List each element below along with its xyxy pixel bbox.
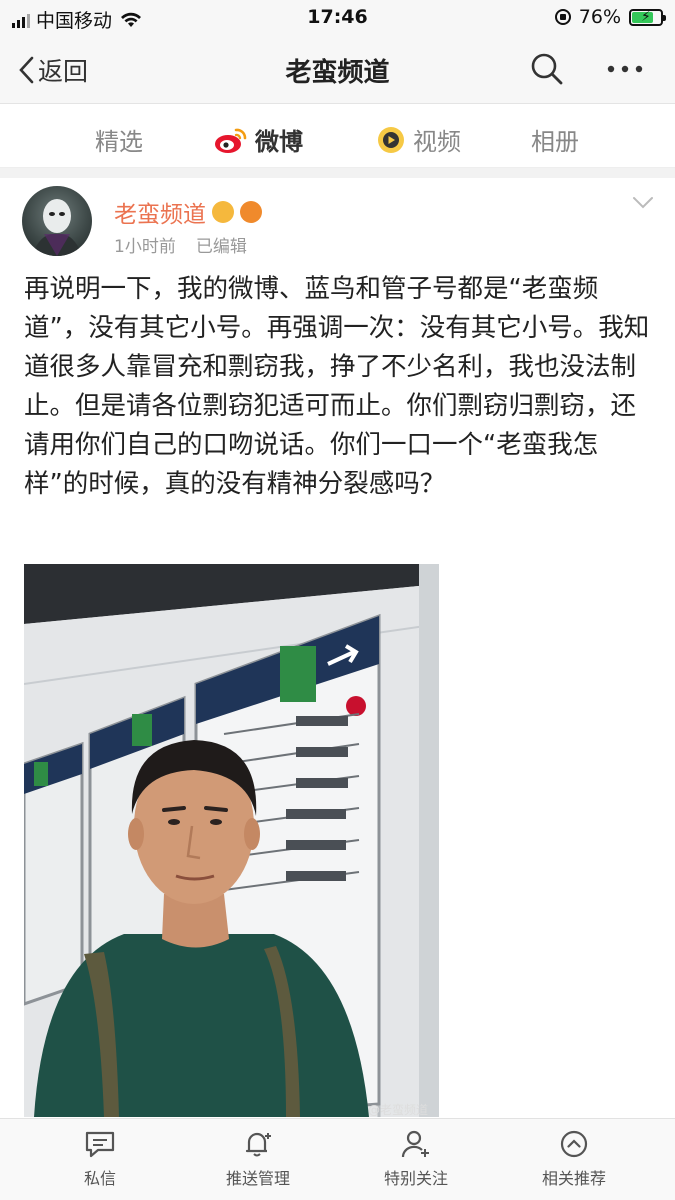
- message-icon: [85, 1131, 115, 1158]
- tab-label: 视频: [413, 128, 461, 156]
- vip-crown-icon: [212, 201, 234, 223]
- tab-weibo[interactable]: 微博: [213, 122, 303, 157]
- battery-icon: ⚡: [629, 8, 666, 26]
- toolbar-label: 相关推荐: [541, 1169, 606, 1188]
- photo-image: [24, 564, 439, 1117]
- video-icon: [378, 126, 404, 153]
- tab-featured[interactable]: 精选: [95, 122, 143, 157]
- user-follow-icon: [401, 1130, 429, 1158]
- tab-label: 微博: [255, 128, 303, 156]
- related-recommend-button[interactable]: 相关推荐: [494, 1129, 654, 1189]
- tab-label: 精选: [95, 128, 143, 156]
- chevron-down-icon[interactable]: [632, 196, 654, 210]
- edited-label[interactable]: 已编辑: [196, 237, 247, 257]
- toolbar-label: 特别关注: [383, 1169, 448, 1188]
- search-icon[interactable]: [530, 52, 564, 86]
- avatar[interactable]: [22, 186, 92, 256]
- bottom-toolbar: 私信 推送管理 特别关注 相关推荐: [0, 1118, 675, 1200]
- special-follow-button[interactable]: 特别关注: [336, 1129, 496, 1189]
- divider: [0, 168, 675, 178]
- tab-label: 相册: [531, 128, 579, 156]
- push-settings-button[interactable]: 推送管理: [178, 1129, 338, 1189]
- username: 老蛮频道: [114, 202, 206, 228]
- weibo-icon: [215, 128, 247, 153]
- bell-plus-icon: [245, 1132, 271, 1157]
- orientation-lock-icon: [554, 9, 571, 25]
- tab-video[interactable]: 视频: [375, 122, 461, 157]
- toolbar-label: 推送管理: [225, 1169, 290, 1188]
- message-button[interactable]: 私信: [20, 1129, 180, 1189]
- more-icon[interactable]: [606, 56, 644, 82]
- chevron-up-circle-icon: [560, 1130, 588, 1158]
- post-photo[interactable]: [24, 564, 439, 1117]
- status-bar: 中国移动 17:46 76% ⚡: [0, 0, 675, 34]
- image-watermark: @老蛮频道: [368, 1103, 429, 1117]
- post-meta: 1小时前 已编辑: [114, 232, 247, 257]
- tab-album[interactable]: 相册: [531, 122, 579, 157]
- fan-badge-icon: [240, 201, 262, 223]
- avatar-image: [32, 199, 82, 256]
- post-time: 1小时前: [114, 237, 176, 257]
- battery-percent: 76%: [578, 6, 621, 28]
- post-text: 再说明一下，我的微博、蓝鸟和管子号都是“老蛮频道”，没有其它小号。再强调一次：没…: [24, 274, 650, 499]
- profile-tabs: 精选 微博 视频 相册: [0, 104, 675, 168]
- post-author[interactable]: 老蛮频道: [114, 195, 262, 229]
- toolbar-label: 私信: [83, 1169, 116, 1188]
- nav-bar: 返回 老蛮频道: [0, 34, 675, 104]
- page-title: 老蛮频道: [285, 58, 390, 88]
